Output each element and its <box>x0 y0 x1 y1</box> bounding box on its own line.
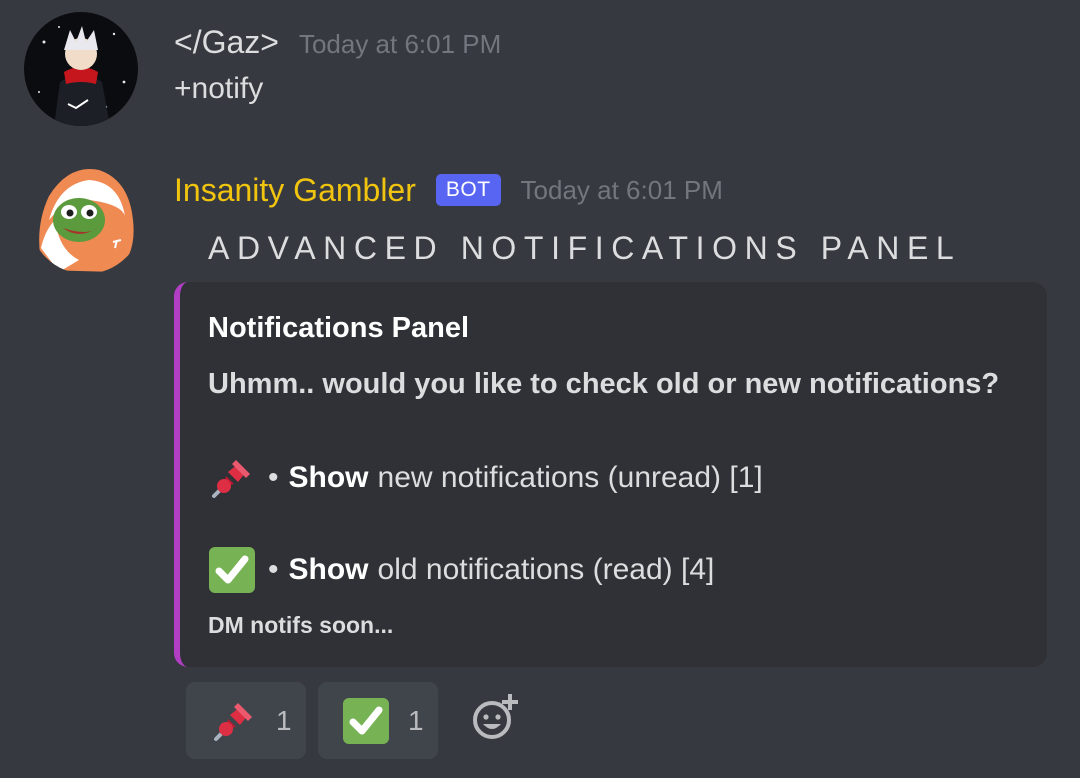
message-content: ADVANCED NOTIFICATIONS PANEL <box>208 230 962 266</box>
embed-footer: DM notifs soon... <box>208 612 394 638</box>
option-action: Show <box>288 461 369 494</box>
embed-option-read: • Show old notifications (read) [4] <box>206 544 714 596</box>
reaction-count: 1 <box>276 704 292 736</box>
bot-badge: BOT <box>435 174 501 206</box>
chat-view: </Gaz> Today at 6:01 PM +notify Insanity… <box>0 0 1080 778</box>
pushpin-icon <box>206 452 258 504</box>
embed-option-unread: • Show new notifications (unread) [1] <box>206 452 763 504</box>
author-name[interactable]: Insanity Gambler <box>174 170 416 210</box>
avatar[interactable] <box>29 160 143 274</box>
add-reaction-icon[interactable] <box>470 692 520 742</box>
reaction-pushpin[interactable]: 1 <box>186 682 306 759</box>
message-content: +notify <box>174 72 264 105</box>
option-text: old notifications (read) [4] <box>377 553 715 586</box>
option-action: Show <box>288 553 369 586</box>
check-mark-icon <box>340 695 392 747</box>
avatar[interactable] <box>24 12 138 126</box>
reaction-check-mark[interactable]: 1 <box>318 682 438 759</box>
bullet: • <box>268 461 279 494</box>
author-name[interactable]: </Gaz> <box>174 22 279 62</box>
embed-card: Notifications Panel Uhmm.. would you lik… <box>174 282 1047 667</box>
message-header: </Gaz> Today at 6:01 PM <box>174 22 501 62</box>
option-text: new notifications (unread) [1] <box>377 461 763 494</box>
check-mark-icon <box>206 544 258 596</box>
bullet: • <box>268 553 279 586</box>
embed-description: Uhmm.. would you like to check old or ne… <box>208 368 1000 400</box>
reaction-count: 1 <box>408 704 424 736</box>
timestamp: Today at 6:01 PM <box>298 29 502 59</box>
timestamp: Today at 6:01 PM <box>520 174 723 205</box>
message-header: Insanity Gambler BOT Today at 6:01 PM <box>174 170 723 210</box>
embed-title: Notifications Panel <box>208 312 470 344</box>
pushpin-icon <box>208 695 260 747</box>
